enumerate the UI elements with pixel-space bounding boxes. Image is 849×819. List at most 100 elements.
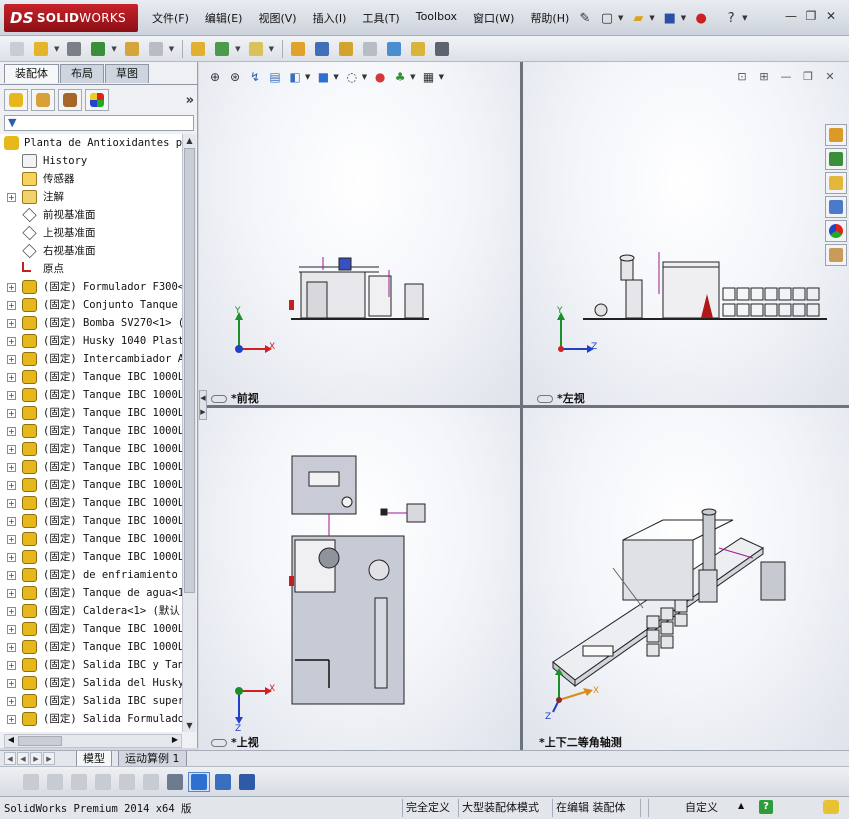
final-render-icon[interactable] [68,772,90,792]
tree-item[interactable]: + (固定) Bomba SV270<1> ( [0,314,182,332]
insert-component-dropdown-icon[interactable]: ▼ [54,45,59,53]
explode-line-sketch-icon[interactable] [359,39,381,59]
open-dropdown-icon[interactable]: ▼ [649,14,654,22]
next-tab-icon[interactable]: ▶ [30,752,42,765]
tree-item[interactable]: + (固定) Husky 1040 Plast [0,332,182,350]
panel-collapse-handle[interactable]: ◀ ▶ [199,390,207,420]
scroll-up-icon[interactable]: ▲ [183,134,196,147]
menu-toolbox[interactable]: Toolbox [416,10,457,26]
drawing-icon[interactable] [236,772,258,792]
tree-item[interactable]: + (固定) Tanque IBC 1000L [0,458,182,476]
status-units[interactable]: 自定义 [682,799,718,817]
menu-help[interactable]: 帮助(H) [530,10,569,26]
expand-toggle-icon[interactable]: + [7,679,16,688]
expand-toggle-icon[interactable]: + [7,427,16,436]
tree-item[interactable]: + (固定) de enfriamiento [0,566,182,584]
scroll-down-icon[interactable]: ▼ [183,719,196,732]
tree-vertical-scrollbar[interactable]: ▲ ▼ [182,134,196,732]
exploded-view-icon[interactable] [335,39,357,59]
smart-fasteners-icon[interactable] [121,39,143,59]
view-visibility-icon[interactable] [211,739,227,747]
expand-toggle-icon[interactable]: + [7,589,16,598]
tab-layout[interactable]: 布局 [60,64,104,83]
move-component-icon[interactable] [145,39,167,59]
tree-item[interactable]: + (固定) Tanque IBC 1000L [0,530,182,548]
tree-item[interactable]: + (固定) Conjunto Tanque [0,296,182,314]
align-icon[interactable] [140,772,162,792]
save-dropdown-icon[interactable]: ▼ [681,14,686,22]
reference-geometry-icon[interactable] [245,39,267,59]
active-3d-view-icon[interactable] [188,771,210,792]
scroll-right-icon[interactable]: ▶ [169,735,181,744]
move-dropdown-icon[interactable]: ▼ [169,45,174,53]
task-pane-design-library-icon[interactable] [825,148,847,170]
tree-item[interactable]: + (固定) Tanque IBC 1000L [0,512,182,530]
tree-item[interactable]: + 注解 [0,188,182,206]
tree-item[interactable]: 右视基准面 [0,242,182,260]
rebuild-traffic-light-icon[interactable]: ● [690,7,712,29]
expand-toggle-icon[interactable]: + [7,715,16,724]
grid-layout-icon[interactable] [212,772,234,792]
open-folder-icon[interactable]: ▰ [627,7,649,29]
expand-toggle-icon[interactable]: + [7,373,16,382]
tree-item[interactable]: 传感器 [0,170,182,188]
quick-tips-icon[interactable]: ? [759,800,773,814]
expand-toggle-icon[interactable]: + [7,517,16,526]
insert-component-icon[interactable] [30,39,52,59]
close-icon[interactable]: ✕ [821,9,841,23]
expand-toggle-icon[interactable]: + [7,445,16,454]
tree-item[interactable]: 原点 [0,260,182,278]
tree-item[interactable]: + (固定) Tanque IBC 1000L [0,404,182,422]
expand-toggle-icon[interactable]: + [7,643,16,652]
tree-item[interactable]: + (固定) Tanque de agua<1 [0,584,182,602]
solidworks-logo[interactable]: DS SOLID WORKS [4,4,138,32]
task-pane-view-palette-icon[interactable] [825,196,847,218]
expand-toggle-icon[interactable]: + [7,463,16,472]
bill-of-materials-icon[interactable] [311,39,333,59]
expand-toggle-icon[interactable]: + [7,625,16,634]
tree-item[interactable]: + (固定) Tanque IBC 1000L [0,476,182,494]
reference-dropdown-icon[interactable]: ▼ [269,45,274,53]
component-pattern-icon[interactable] [87,39,109,59]
expand-toggle-icon[interactable]: + [7,481,16,490]
menu-edit[interactable]: 编辑(E) [205,10,243,26]
view-visibility-icon[interactable] [537,395,553,403]
tree-item[interactable]: 前视基准面 [0,206,182,224]
features-dropdown-icon[interactable]: ▼ [235,45,240,53]
expand-toggle-icon[interactable]: + [7,661,16,670]
expand-toggle-icon[interactable]: + [7,571,16,580]
menu-file[interactable]: 文件(F) [152,10,189,26]
tab-assembly[interactable]: 装配体 [4,64,59,83]
smart-dimension-icon[interactable] [164,772,186,792]
display-manager-icon[interactable] [85,89,109,111]
tab-motion-study[interactable]: 运动算例 1 [118,751,187,767]
first-tab-icon[interactable]: ◀ [4,752,16,765]
new-dropdown-icon[interactable]: ▼ [618,14,623,22]
expand-toggle-icon[interactable]: + [7,319,16,328]
restore-icon[interactable]: ❐ [801,9,821,23]
tree-filter[interactable]: ▼ [4,115,194,131]
more-tabs-icon[interactable]: » [186,93,194,108]
tree-item[interactable]: 上视基准面 [0,224,182,242]
task-pane-custom-properties-icon[interactable] [825,244,847,266]
tree-horizontal-scrollbar[interactable]: ◀ ▶ [4,734,182,748]
tab-sketch[interactable]: 草图 [105,64,149,83]
expand-toggle-icon[interactable]: + [7,553,16,562]
tree-item[interactable]: History [0,152,182,170]
status-units-arrow-icon[interactable]: ▲ [738,801,744,810]
viewport-left[interactable]: ⊡ ⊞ — ❐ ✕ Y Z *左视 [523,62,849,405]
expand-toggle-icon[interactable]: + [7,391,16,400]
tree-item[interactable]: + (固定) Caldera<1> (默认 [0,602,182,620]
mate-icon[interactable] [63,39,85,59]
task-pane-appearances-icon[interactable] [825,220,847,242]
tab-model[interactable]: 模型 [76,751,112,767]
menu-window[interactable]: 窗口(W) [473,10,514,26]
configuration-manager-icon[interactable] [58,89,82,111]
tree-item[interactable]: + (固定) Tanque IBC 1000L [0,494,182,512]
viewport-front[interactable]: ⊕ ⊛ ↯ ▤ ◧ ▼ ■ ▼ ◌ ▼ ● ♣ ▼ ▦ ▼ Y X *前视 [199,62,520,405]
tree-root[interactable]: Planta de Antioxidantes pa [0,134,182,152]
tree-item[interactable]: + (固定) Tanque IBC 1000L [0,422,182,440]
scroll-thumb[interactable] [184,148,195,593]
expand-toggle-icon[interactable]: + [7,301,16,310]
view-visibility-icon[interactable] [211,395,227,403]
